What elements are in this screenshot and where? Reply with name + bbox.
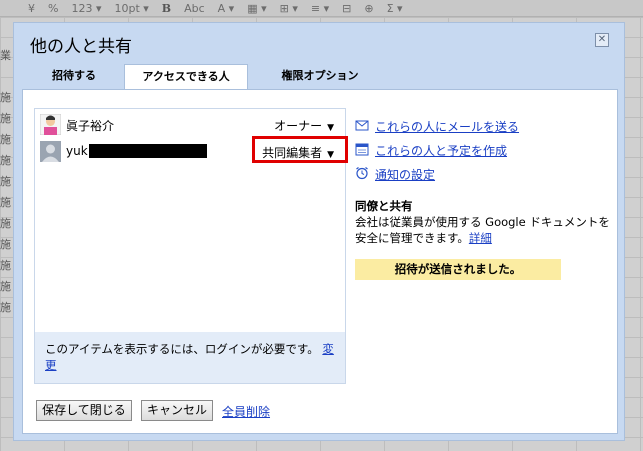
tab-access[interactable]: アクセスできる人	[124, 64, 248, 91]
list-item: 眞子裕介 オーナー ▼	[40, 114, 340, 136]
list-item: yuk 共同編集者 ▼	[40, 136, 348, 163]
calendar-icon	[355, 143, 369, 156]
remove-all-link[interactable]: 全員削除	[222, 403, 270, 420]
person-name: 眞子裕介	[66, 119, 115, 133]
colleague-share-info: 同僚と共有 会社は従業員が使用する Google ドキュメントを安全に管理できま…	[355, 198, 610, 246]
action-label[interactable]: 通知の設定	[375, 168, 435, 182]
role-label: オーナー	[274, 119, 323, 133]
notification-settings-link[interactable]: 通知の設定	[355, 166, 615, 190]
tab-permissions[interactable]: 権限オプション	[260, 64, 380, 90]
cancel-button[interactable]: キャンセル	[141, 400, 213, 421]
login-note: このアイテムを表示するには、ログインが必要です。 変更	[35, 332, 345, 383]
close-button[interactable]: ✕	[595, 33, 609, 47]
person-avatar-icon	[40, 114, 61, 135]
invite-sent-notice: 招待が送信されました。	[355, 259, 561, 280]
create-event-link[interactable]: これらの人と予定を作成	[355, 142, 615, 166]
email-people-link[interactable]: これらの人にメールを送る	[355, 118, 615, 142]
login-note-text: このアイテムを表示するには、ログインが必要です。	[45, 342, 319, 356]
chevron-down-icon: ▼	[327, 123, 334, 133]
dialog-title: 他の人と共有	[30, 37, 132, 57]
tab-invite[interactable]: 招待する	[34, 64, 114, 90]
action-label[interactable]: これらの人と予定を作成	[375, 144, 507, 158]
default-avatar-icon	[40, 141, 61, 162]
mail-icon	[355, 120, 369, 131]
action-links: これらの人にメールを送る これらの人と予定を作成 通知の設定	[355, 118, 615, 190]
info-title: 同僚と共有	[355, 199, 413, 213]
action-label[interactable]: これらの人にメールを送る	[375, 120, 519, 134]
details-link[interactable]: 詳細	[469, 231, 492, 245]
tab-panel: 眞子裕介 オーナー ▼ yuk 共同編集者 ▼ このアイテムを表示するには、ログイン…	[22, 89, 618, 434]
alarm-clock-icon	[356, 167, 368, 180]
redaction-bar	[89, 144, 207, 158]
highlight-box	[252, 136, 348, 163]
save-close-button[interactable]: 保存して閉じる	[36, 400, 132, 421]
role-dropdown[interactable]: オーナー ▼	[274, 117, 334, 134]
person-name: yuk	[66, 144, 88, 158]
share-dialog: 他の人と共有 ✕ 招待する アクセスできる人 権限オプション 眞子裕介 オーナー…	[13, 22, 625, 441]
people-list: 眞子裕介 オーナー ▼ yuk 共同編集者 ▼ このアイテムを表示するには、ログイン…	[34, 108, 348, 384]
